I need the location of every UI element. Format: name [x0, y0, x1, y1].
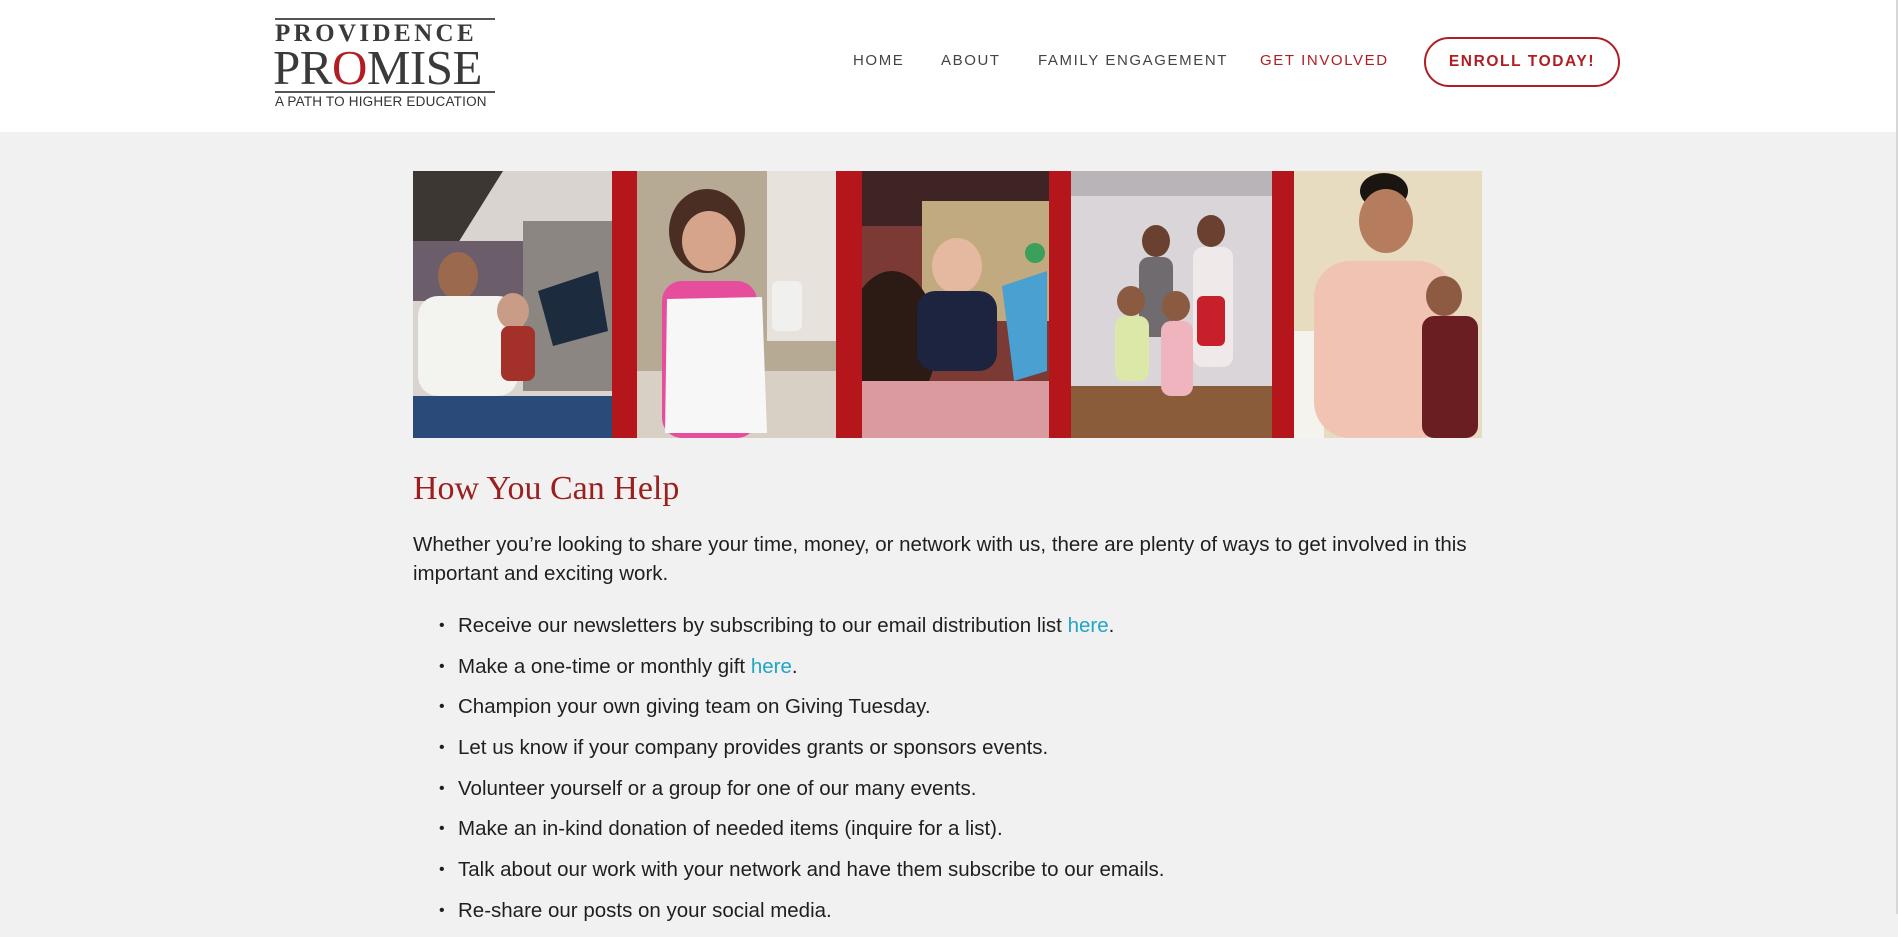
logo-line2-o: O [331, 40, 367, 95]
list-item-text: Make a one-time or monthly gift [458, 654, 751, 678]
list-item-text: Champion your own giving team on Giving … [458, 695, 931, 719]
photo-toddler-with-picture-book [862, 171, 1049, 438]
list-item: • Talk about our work with your network a… [413, 855, 1482, 896]
list-item-text: Make an in-kind donation of needed items… [458, 817, 1003, 841]
logo-rule-bottom [275, 91, 495, 93]
bullet-dot: • [439, 779, 445, 797]
logo-line2-post: MISE [366, 40, 483, 95]
list-item: • Champion your own giving team on Giving… [413, 692, 1482, 733]
providence-promise-logo[interactable]: PROVIDENCE PROMISE A PATH TO HIGHER EDUC… [273, 18, 497, 110]
list-item: • Make an in-kind donation of needed item… [413, 814, 1482, 855]
ways-to-help-list: • Receive our newsletters by subscribing … [413, 611, 1482, 937]
photo-girl-paper-image [637, 171, 836, 438]
logo-tagline: A PATH TO HIGHER EDUCATION [275, 94, 487, 109]
list-item: • Receive our newsletters by subscribing … [413, 611, 1482, 652]
bullet-dot: • [439, 820, 445, 838]
bullet-dot: • [439, 657, 445, 675]
list-item-text: Let us know if your company provides gra… [458, 736, 1049, 760]
list-item: • Re-share our posts on your social media… [413, 896, 1482, 937]
list-item-text: Receive our newsletters by subscribing t… [458, 614, 1068, 637]
list-item-end: . [791, 654, 798, 678]
nav-about[interactable]: ABOUT [941, 52, 1001, 72]
logo-line2-pre: PR [273, 40, 332, 95]
list-item-text: Talk about our work with your network an… [458, 858, 1165, 882]
list-item: • Let us know if your company provides gr… [413, 733, 1482, 774]
list-item: • Make a one-time or monthly gift here. [413, 652, 1482, 693]
photo-man-reading-image [413, 171, 612, 438]
bullet-dot: • [439, 739, 445, 757]
list-item-text: Re-share our posts on your social media. [458, 898, 832, 922]
photo-man-reading-book-to-toddler [413, 171, 612, 438]
newsletter-here-link[interactable]: here [1068, 614, 1109, 637]
bullet-dot: • [439, 617, 445, 634]
bullet-dot: • [439, 901, 445, 919]
photo-gallery [413, 171, 1482, 438]
photo-young-man-and-boy [1294, 171, 1482, 438]
list-item: • Volunteer yourself or a group for one o… [413, 774, 1482, 815]
page-heading: How You Can Help [413, 470, 680, 507]
photo-girl-holding-paper [637, 171, 836, 438]
nav-family-engagement[interactable]: FAMILY ENGAGEMENT [1038, 52, 1228, 72]
nav-get-involved[interactable]: GET INVOLVED [1260, 52, 1389, 72]
gift-here-link[interactable]: here [751, 655, 792, 678]
nav-home[interactable]: HOME [853, 52, 904, 72]
photo-young-man-image [1294, 171, 1482, 438]
photo-children-image [1071, 171, 1272, 438]
list-item-text: Volunteer yourself or a group for one of… [458, 776, 977, 800]
logo-line2: PROMISE [273, 42, 497, 94]
list-item-end: . [1108, 614, 1115, 637]
bullet-dot: • [439, 698, 445, 716]
site-header: PROVIDENCE PROMISE A PATH TO HIGHER EDUC… [0, 0, 1898, 132]
bullet-dot: • [439, 861, 445, 879]
photo-four-children-standing [1071, 171, 1272, 438]
intro-paragraph: Whether you’re looking to share your tim… [413, 533, 1467, 585]
enroll-today-button[interactable]: ENROLL TODAY! [1424, 37, 1620, 87]
photo-toddler-book-image [862, 171, 1049, 438]
